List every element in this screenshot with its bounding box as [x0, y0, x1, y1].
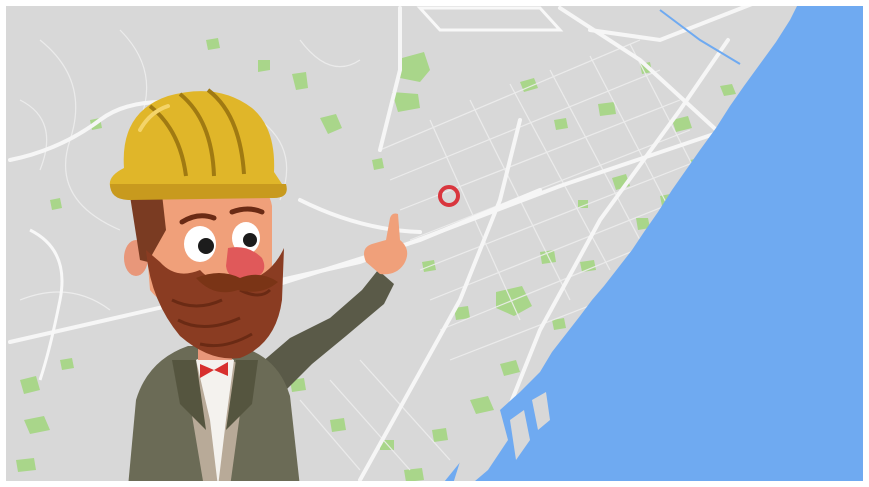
hard-hat-brim: [110, 184, 287, 200]
scene-canvas: [0, 0, 869, 487]
right-pupil: [243, 233, 257, 247]
animated-map-scene: [0, 0, 869, 487]
left-pupil: [198, 238, 214, 254]
